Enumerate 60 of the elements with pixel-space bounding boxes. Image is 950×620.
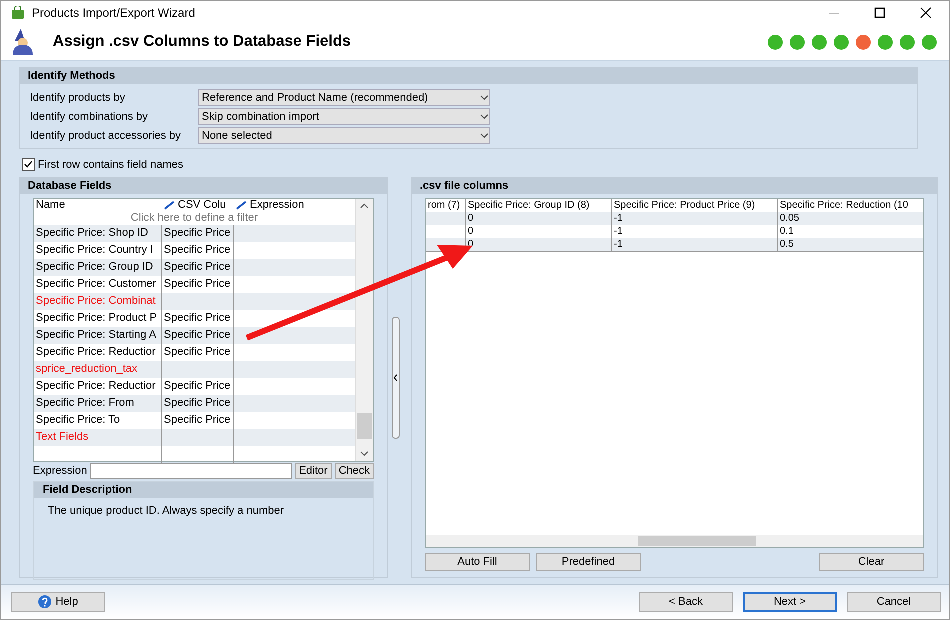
table-cell[interactable]: Specific Price [162, 327, 234, 344]
table-cell[interactable]: Specific Price: Shop ID [34, 225, 162, 242]
section-title: Field Description [34, 482, 373, 498]
back-button[interactable]: < Back [639, 592, 733, 612]
column-header[interactable]: CSV Colu [162, 199, 234, 211]
action-button[interactable]: Auto Fill [425, 553, 530, 571]
next-button[interactable]: Next > [743, 592, 837, 612]
help-button[interactable]: Help [11, 592, 105, 612]
table-cell-text: 0.5 [779, 238, 795, 251]
action-button[interactable]: Clear [819, 553, 924, 571]
window-title: Products Import/Export Wizard [32, 6, 196, 20]
pencil-icon [236, 200, 247, 210]
dropdown-caret-icon [480, 114, 489, 120]
scroll-thumb[interactable] [638, 536, 756, 546]
table-cell[interactable]: Specific Price [162, 395, 234, 412]
scroll-up-icon[interactable] [360, 202, 369, 211]
section-title: Database Fields [20, 178, 387, 194]
check-button[interactable]: Check [334, 463, 374, 479]
shopping-bag-icon [11, 6, 25, 19]
checkbox-label: First row contains field names [38, 158, 184, 170]
help-icon [38, 595, 52, 609]
column-header[interactable]: Specific Price: Reduction (10 [778, 199, 923, 212]
field-label: Expression [33, 465, 88, 477]
filter-hint[interactable]: Click here to define a filter [34, 211, 355, 225]
expression-field[interactable] [90, 463, 292, 479]
field-label: Identify products by [30, 92, 126, 104]
table-cell[interactable]: Specific Price [162, 259, 234, 276]
dropdown[interactable]: Skip combination import [198, 108, 490, 125]
table-cell[interactable]: Specific Price [162, 225, 234, 242]
field-label: Identify combinations by [30, 110, 150, 122]
dropdown-caret-icon [480, 94, 489, 100]
table-cell: 0 [466, 212, 612, 225]
dropdown[interactable]: Reference and Product Name (recommended) [198, 89, 490, 106]
dropdown[interactable]: None selected [198, 127, 490, 144]
table-cell: -1 [612, 238, 778, 251]
field-description: The unique product ID. Always specify a number [47, 504, 286, 519]
editor-button[interactable]: Editor [295, 463, 332, 479]
section-title: Identify Methods [20, 68, 917, 84]
checkbox[interactable] [22, 158, 35, 171]
action-button[interactable]: Predefined [536, 553, 641, 571]
wizard-icon [11, 29, 35, 55]
horizontal-scrollbar[interactable] [426, 535, 923, 547]
dropdown-caret-icon [480, 132, 489, 138]
scrollbar[interactable] [355, 199, 373, 461]
table-cell[interactable]: Specific Price: Starting A [34, 327, 162, 344]
column-header[interactable]: Expression [234, 199, 355, 211]
scroll-down-icon[interactable] [360, 449, 369, 458]
cancel-button[interactable]: Cancel [847, 592, 941, 612]
field-label: Identify product accessories by [30, 130, 182, 142]
table-cell-text: 0.1 [779, 225, 795, 238]
table-cell-text: 0.05 [779, 212, 800, 225]
splitter-handle[interactable] [392, 316, 400, 438]
table-cell[interactable]: Specific Price: Group ID [34, 259, 162, 276]
table-cell: -1 [612, 212, 778, 225]
section-title: .csv file columns [412, 178, 937, 194]
page-heading: Assign .csv Columns to Database Fields [53, 33, 352, 51]
column-header[interactable]: Name [34, 199, 162, 211]
table-cell[interactable]: Specific Price: From [34, 395, 162, 412]
scroll-thumb[interactable] [357, 413, 372, 439]
pencil-icon [164, 200, 175, 210]
